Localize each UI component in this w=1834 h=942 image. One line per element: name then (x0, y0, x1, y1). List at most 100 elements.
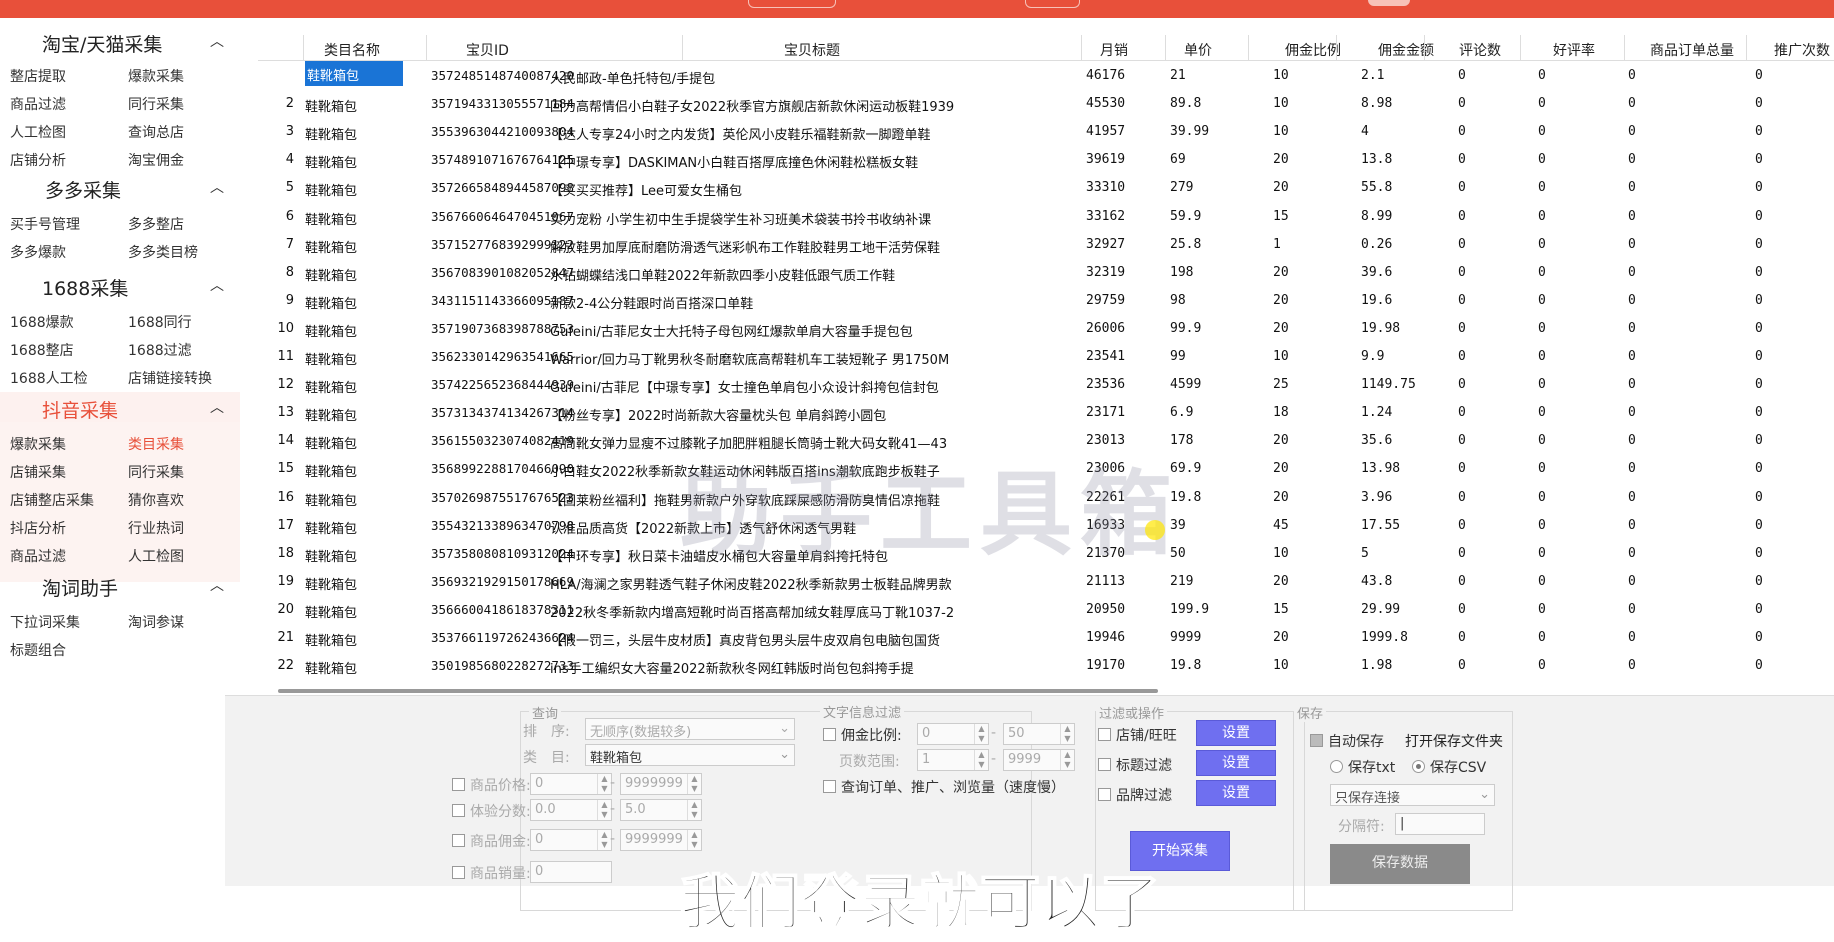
price-max-input[interactable]: 9999999 ▲ ▼ (620, 773, 702, 795)
spinner-icon[interactable]: ▲ ▼ (687, 800, 701, 820)
sidebar-item[interactable]: 1688整店 (10, 340, 74, 360)
query-orders-checkbox[interactable] (823, 780, 836, 793)
sidebar-item[interactable]: 商品过滤 (10, 546, 66, 566)
commission-min-input[interactable]: 0 ▲ ▼ (530, 829, 612, 851)
sidebar-item[interactable]: 人工检图 (128, 546, 184, 566)
sidebar-section-3[interactable]: 抖音采集 ︿ (0, 392, 240, 422)
table-row[interactable]: 12 鞋靴箱包 3574225652368444939 Gufeini/古菲尼【中璟专… (258, 370, 1834, 398)
sidebar-item[interactable]: 抖店分析 (10, 518, 66, 538)
sidebar-item[interactable]: 店铺分析 (10, 150, 66, 170)
commission-max-input[interactable]: 9999999 ▲ ▼ (620, 829, 702, 851)
title-filter-set-button[interactable]: 设置 (1196, 750, 1276, 776)
column-header[interactable]: 评论数 (1459, 40, 1501, 60)
chevron-up-icon[interactable]: ︿ (210, 275, 224, 295)
title-filter-checkbox[interactable] (1098, 758, 1111, 771)
sidebar-item[interactable]: 多多爆款 (10, 242, 66, 262)
column-divider[interactable] (1624, 35, 1625, 61)
sidebar-item[interactable]: 整店提取 (10, 66, 66, 86)
spinner-icon[interactable]: ▲ ▼ (1060, 750, 1074, 770)
sidebar-item[interactable]: 下拉词采集 (10, 612, 80, 632)
table-row[interactable]: 21 鞋靴箱包 3537661197262436624 【假一罚三，头层牛皮材质】真皮… (258, 623, 1834, 651)
sidebar-item[interactable]: 类目采集 (128, 434, 184, 454)
column-divider[interactable] (426, 35, 427, 61)
column-divider[interactable] (1336, 35, 1337, 61)
horizontal-scrollbar[interactable] (258, 688, 1834, 694)
scrollbar-thumb[interactable] (278, 689, 1158, 693)
shop-filter-set-button[interactable]: 设置 (1196, 720, 1276, 746)
spinner-icon[interactable]: ▲ ▼ (597, 830, 611, 850)
table-row[interactable]: 8 鞋靴箱包 3567083901082052847 水钻蝴蝶结浅口单鞋2022年新款… (258, 258, 1834, 286)
table-row[interactable]: 20 鞋靴箱包 3566600418618378311 2022秋冬季新款内增高短靴时… (258, 595, 1834, 623)
price-checkbox[interactable] (452, 778, 465, 791)
column-header[interactable]: 推广次数 (1774, 40, 1830, 60)
column-divider[interactable] (1081, 35, 1082, 61)
sidebar-section-4[interactable]: 淘词助手 ︿ (0, 570, 240, 600)
save-data-button[interactable]: 保存数据 (1330, 844, 1470, 884)
price-min-input[interactable]: 0 ▲ ▼ (530, 773, 612, 795)
table-row[interactable]: 1鞋靴箱包3572485148740087420人民邮政-单色托特包/手提包46… (258, 61, 1834, 89)
sidebar-item[interactable]: 猜你喜欢 (128, 490, 184, 510)
sidebar-item[interactable]: 标题组合 (10, 640, 66, 660)
sidebar-item[interactable]: 同行采集 (128, 462, 184, 482)
table-row[interactable]: 6 鞋靴箱包 3567660646470451067 实力宠粉 小学生初中生手提袋学生… (258, 202, 1834, 230)
score-checkbox[interactable] (452, 804, 465, 817)
sidebar-section-2[interactable]: 1688采集 ︿ (0, 270, 240, 300)
sidebar-item[interactable]: 淘宝佣金 (128, 150, 184, 170)
sidebar-item[interactable]: 爆款采集 (128, 66, 184, 86)
sidebar-item[interactable]: 行业热词 (128, 518, 184, 538)
table-row[interactable]: 3 鞋靴箱包 3553963044210093804 【达人专享24小时之内发货】英伦… (258, 117, 1834, 145)
sidebar-item[interactable]: 店铺采集 (10, 462, 66, 482)
commission-checkbox[interactable] (452, 834, 465, 847)
column-divider[interactable] (1424, 35, 1425, 61)
column-header[interactable]: 单价 (1184, 40, 1212, 60)
table-row[interactable]: 10 鞋靴箱包 3571907368398788753 Gufeini/古菲尼女士大托… (258, 314, 1834, 342)
spinner-icon[interactable]: ▲ ▼ (1060, 724, 1074, 744)
column-header[interactable]: 类目名称 (324, 40, 380, 60)
spinner-icon[interactable]: ▲ ▼ (597, 800, 611, 820)
sort-select[interactable]: 无顺序(数据较多) ⌄ (585, 718, 795, 740)
sidebar-item[interactable]: 店铺整店采集 (10, 490, 94, 510)
table-row[interactable]: 22 鞋靴箱包 3501985680228272733 ins手工编织女大容量2022… (258, 651, 1834, 679)
column-header[interactable]: 月销 (1100, 40, 1128, 60)
column-divider[interactable] (1165, 35, 1166, 61)
spinner-icon[interactable]: ▲ ▼ (687, 774, 701, 794)
table-row[interactable]: 4 鞋靴箱包 3574891071676764125 【中璟专享】DASKIMAN小白… (258, 145, 1834, 173)
sidebar-item[interactable]: 爆款采集 (10, 434, 66, 454)
sidebar-item[interactable]: 1688过滤 (128, 340, 192, 360)
sidebar-item[interactable]: 1688人工检 (10, 368, 88, 388)
save-txt-radio[interactable] (1330, 760, 1343, 773)
titlebar-tab[interactable] (748, 0, 836, 8)
spinner-icon[interactable]: ▲ ▼ (597, 774, 611, 794)
sidebar-section-1[interactable]: 多多采集 ︿ (0, 172, 240, 202)
spinner-icon[interactable]: ▲ ▼ (687, 830, 701, 850)
table-row[interactable]: 5 鞋靴箱包 3572665848944587098 【买买买推荐】Lee可爱女生桶包… (258, 173, 1834, 201)
column-divider[interactable] (1248, 35, 1249, 61)
sidebar-item[interactable]: 1688同行 (128, 312, 192, 332)
sidebar-item[interactable]: 多多类目榜 (128, 242, 198, 262)
sales-min-input[interactable]: 0 (530, 861, 612, 883)
table-row[interactable]: 7 鞋靴箱包 3571527768392999122 解放鞋男加厚底耐磨防滑透气迷彩帆… (258, 230, 1834, 258)
chevron-up-icon[interactable]: ︿ (210, 31, 224, 51)
table-row[interactable]: 2 鞋靴箱包 3571943313055571184 回力高帮情侣小白鞋子女2022秋… (258, 89, 1834, 117)
rate-checkbox[interactable] (823, 728, 836, 741)
column-header[interactable]: 佣金金额 (1378, 40, 1434, 60)
column-divider[interactable] (1746, 35, 1747, 61)
sidebar-item[interactable]: 商品过滤 (10, 94, 66, 114)
sidebar-item[interactable]: 查询总店 (128, 122, 184, 142)
sidebar-item[interactable]: 多多整店 (128, 214, 184, 234)
column-divider[interactable] (682, 35, 683, 61)
sidebar-section-0[interactable]: 淘宝/天猫采集 ︿ (0, 26, 240, 56)
rate-min-input[interactable]: 0 ▲ ▼ (917, 723, 989, 745)
separator-input[interactable]: | (1395, 813, 1485, 835)
spinner-icon[interactable]: ▲ ▼ (974, 724, 988, 744)
score-min-input[interactable]: 0.0 ▲ ▼ (530, 799, 612, 821)
table-row[interactable]: 9 鞋靴箱包 3431151143366095187 新款2-4公分鞋跟时尚百搭深口单… (258, 286, 1834, 314)
brand-filter-checkbox[interactable] (1098, 788, 1111, 801)
score-max-input[interactable]: 5.0 ▲ ▼ (620, 799, 702, 821)
category-select[interactable]: 鞋靴箱包 ⌄ (585, 744, 795, 766)
sidebar-item[interactable]: 淘词参谋 (128, 612, 184, 632)
page-min-input[interactable]: 1 ▲ ▼ (917, 749, 989, 771)
column-header[interactable]: 好评率 (1553, 40, 1595, 60)
column-divider[interactable] (303, 35, 304, 61)
table-row[interactable]: 11 鞋靴箱包 3562330142963541665 Warrior/回力马丁靴男秋… (258, 342, 1834, 370)
